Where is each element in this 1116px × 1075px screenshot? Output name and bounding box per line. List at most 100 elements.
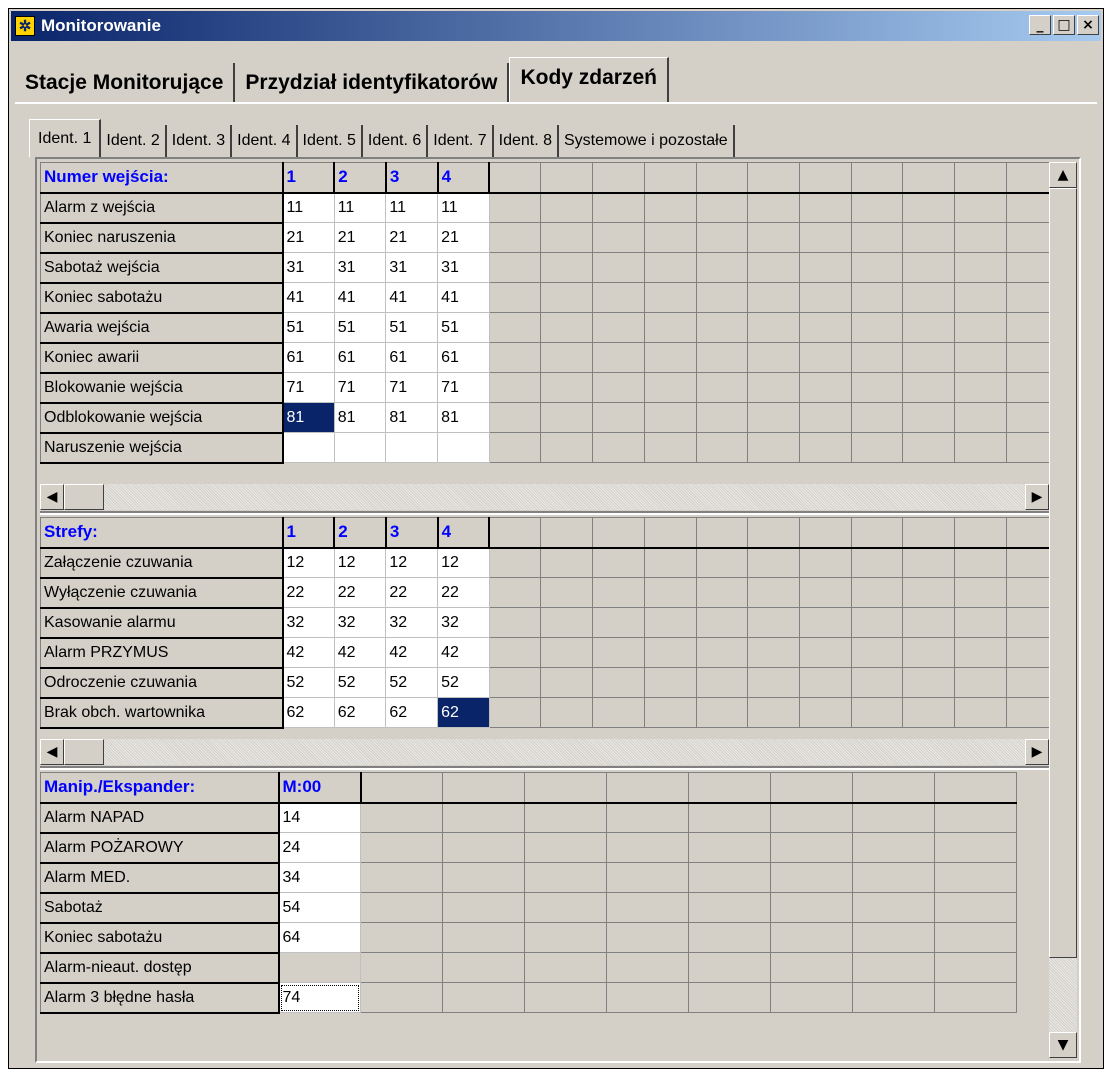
code-cell[interactable]: 81 [333,402,387,433]
code-cell[interactable]: 31 [333,252,387,283]
code-cell[interactable]: 51 [333,312,387,343]
empty-cell [360,832,443,863]
code-cell[interactable]: 51 [282,312,335,343]
code-cell[interactable]: 14 [278,802,361,833]
code-cell[interactable]: 21 [282,222,335,253]
code-cell[interactable]: 41 [437,282,490,313]
code-cell[interactable]: 32 [437,607,490,638]
code-cell[interactable] [437,432,490,463]
code-cell[interactable] [385,432,439,463]
code-cell[interactable]: 52 [385,667,439,698]
scroll-up-button[interactable]: ▲ [1049,162,1077,188]
code-cell[interactable]: 31 [282,252,335,283]
code-cell[interactable]: 62 [385,697,439,728]
scroll-left-button[interactable]: ◀ [40,739,64,765]
code-cell[interactable]: 81 [385,402,439,433]
code-cell[interactable]: 32 [333,607,387,638]
tab-ident-2[interactable]: Ident. 2 [101,125,167,157]
code-cell[interactable]: 61 [282,342,335,373]
tab-ident-1[interactable]: Ident. 1 [29,119,102,157]
title-bar[interactable]: ✲ Monitorowanie _ □ × [11,11,1101,41]
code-cell[interactable]: 51 [385,312,439,343]
code-cell[interactable]: 42 [282,637,335,668]
minimize-button[interactable]: _ [1029,15,1051,35]
code-cell[interactable]: 42 [385,637,439,668]
empty-cell [902,432,955,463]
code-cell[interactable] [333,432,387,463]
code-cell[interactable]: 12 [385,547,439,578]
tab-przydzial-identyfikatorow[interactable]: Przydział identyfikatorów [235,63,510,103]
code-cell[interactable]: 22 [385,577,439,608]
code-cell[interactable]: 71 [282,372,335,403]
vertical-scrollbar[interactable]: ▲ ▼ [1049,162,1077,1058]
empty-header-cell [953,517,1007,549]
code-cell[interactable]: 12 [437,547,490,578]
code-cell[interactable]: 52 [437,667,490,698]
tab-systemowe[interactable]: Systemowe i pozostałe [559,125,735,157]
tab-ident-8[interactable]: Ident. 8 [494,125,559,157]
code-cell[interactable]: 71 [385,372,439,403]
tab-stacje-monitorujace[interactable]: Stacje Monitorujące [15,63,236,103]
scroll-thumb[interactable] [64,484,104,510]
scroll-right-button[interactable]: ▶ [1025,739,1049,765]
code-cell[interactable]: 71 [437,372,490,403]
code-cell[interactable]: 21 [437,222,490,253]
code-cell[interactable]: 42 [437,637,490,668]
code-cell[interactable]: 62 [282,697,335,728]
code-cell[interactable] [278,952,361,983]
close-button[interactable]: × [1077,15,1099,35]
code-cell[interactable]: 31 [385,252,439,283]
tab-ident-3[interactable]: Ident. 3 [167,125,233,157]
code-cell[interactable]: 11 [437,192,490,223]
code-cell[interactable]: 74 [278,982,361,1013]
code-cell[interactable]: 22 [333,577,387,608]
code-cell[interactable]: 24 [278,832,361,863]
code-cell[interactable]: 11 [282,192,335,223]
scroll-thumb[interactable] [64,739,104,765]
code-cell[interactable]: 61 [333,342,387,373]
code-cell[interactable]: 52 [282,667,335,698]
code-cell[interactable]: 32 [282,607,335,638]
code-cell[interactable]: 81 [437,402,490,433]
tab-kody-zdarzen[interactable]: Kody zdarzeń [509,57,669,103]
code-cell[interactable]: 51 [437,312,490,343]
code-cell[interactable]: 32 [385,607,439,638]
tab-ident-6[interactable]: Ident. 6 [363,125,429,157]
code-cell[interactable]: 21 [333,222,387,253]
code-cell[interactable]: 41 [385,282,439,313]
maximize-button[interactable]: □ [1053,15,1075,35]
empty-cell [695,372,749,403]
code-cell[interactable]: 11 [385,192,439,223]
code-cell[interactable]: 52 [333,667,387,698]
code-cell[interactable]: 11 [333,192,387,223]
code-cell[interactable]: 54 [278,892,361,923]
scroll-down-button[interactable]: ▼ [1049,1032,1077,1058]
code-cell[interactable]: 31 [437,252,490,283]
code-cell[interactable]: 64 [278,922,361,953]
code-cell[interactable]: 61 [437,342,490,373]
zones-hscrollbar[interactable]: ◀ ▶ [40,739,1049,765]
empty-cell [770,982,853,1013]
code-cell[interactable] [282,432,335,463]
tab-ident-4[interactable]: Ident. 4 [232,125,298,157]
code-cell[interactable]: 12 [282,547,335,578]
code-cell[interactable]: 21 [385,222,439,253]
code-cell[interactable]: 41 [282,282,335,313]
inputs-hscrollbar[interactable]: ◀ ▶ [40,484,1049,510]
code-cell[interactable]: 42 [333,637,387,668]
code-cell[interactable]: 34 [278,862,361,893]
code-cell[interactable]: 61 [385,342,439,373]
tab-ident-5[interactable]: Ident. 5 [298,125,363,157]
code-cell[interactable]: 22 [282,577,335,608]
tab-ident-7[interactable]: Ident. 7 [428,125,494,157]
code-cell[interactable]: 81 [282,402,335,433]
scroll-right-button[interactable]: ▶ [1025,484,1049,510]
code-cell[interactable]: 71 [333,372,387,403]
code-cell[interactable]: 12 [333,547,387,578]
code-cell[interactable]: 22 [437,577,490,608]
code-cell[interactable]: 62 [437,697,490,728]
code-cell[interactable]: 62 [333,697,387,728]
code-cell[interactable]: 41 [333,282,387,313]
vertical-scroll-thumb[interactable] [1049,188,1077,958]
scroll-left-button[interactable]: ◀ [40,484,64,510]
